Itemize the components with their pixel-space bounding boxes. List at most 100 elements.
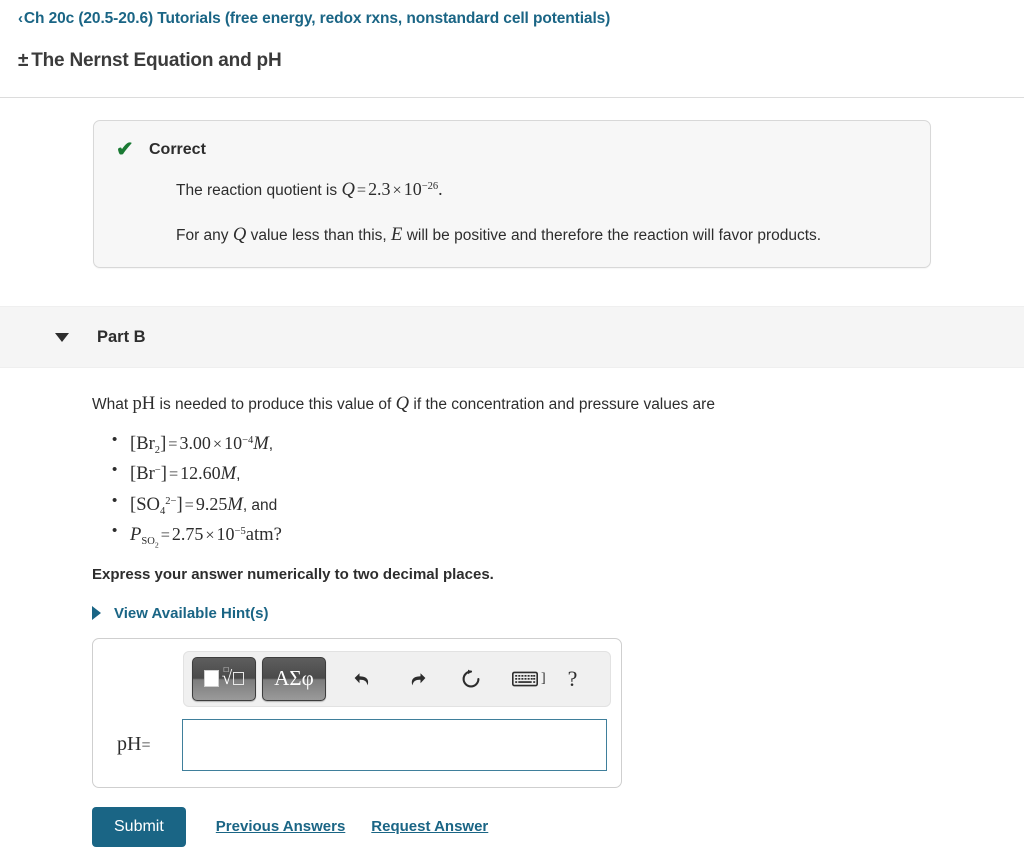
math-var-q-2: Q [232, 224, 247, 246]
math-var-q: Q [341, 179, 355, 200]
bracket-close: ] [176, 493, 183, 515]
math-exponent: −26 [421, 180, 439, 192]
math-var-q-3: Q [395, 393, 410, 415]
value-trailing: , [236, 466, 241, 484]
part-b-body: What pH is needed to produce this value … [0, 391, 1024, 847]
given-values-list: [Br2]=3.00×10−4M, [Br−]=12.60M, [SO42−]=… [92, 428, 1024, 550]
chevron-right-icon [92, 606, 101, 621]
previous-answers-link[interactable]: Previous Answers [216, 818, 346, 835]
question-text-before: What [92, 396, 133, 414]
math-toolbar: □ √ ΑΣφ] ? [183, 650, 611, 707]
pressure-symbol: P [130, 523, 142, 545]
value-mantissa: 12.60 [180, 463, 221, 484]
math-equals: = [184, 495, 194, 514]
keyboard-bracket-label: ] [541, 670, 546, 686]
part-b-header[interactable]: Part B [0, 306, 1024, 369]
nth-root-icon: □ √ [222, 665, 245, 688]
greek-symbols-label: ΑΣφ [274, 666, 314, 691]
reset-icon[interactable] [460, 668, 482, 690]
math-base: 10 [403, 179, 422, 199]
list-item: PSO2=2.75×10−5atm? [112, 519, 1024, 550]
submit-button[interactable]: Submit [92, 806, 186, 847]
species-subscript: 4 [159, 505, 166, 517]
math-times-icon: × [205, 525, 215, 544]
assignment-title-text: The Nernst Equation and pH [31, 50, 282, 71]
plus-minus-icon: ± [18, 50, 29, 71]
list-item: [Br2]=3.00×10−4M, [112, 428, 1024, 459]
answer-field-equals: = [141, 737, 151, 755]
request-answer-link[interactable]: Request Answer [371, 818, 488, 835]
question-text-after: if the concentration and pressure values… [409, 396, 715, 414]
page-title: ± The Nernst Equation and pH [18, 50, 1024, 72]
math-templates-button[interactable]: □ √ [192, 656, 256, 701]
species-symbol: Br [136, 463, 155, 485]
question-prompt: What pH is needed to produce this value … [92, 391, 1024, 416]
redo-icon[interactable] [406, 669, 428, 689]
answer-instruction: Express your answer numerically to two d… [92, 565, 494, 583]
root-index-box-icon: □ [223, 665, 229, 675]
greek-symbols-button[interactable]: ΑΣφ [262, 656, 326, 701]
answer-field-label-text: pH [117, 733, 142, 756]
feedback-part-2: value less than this, [246, 227, 392, 245]
value-exponent: −4 [242, 435, 254, 447]
value-unit: M [253, 433, 269, 455]
check-icon: ✔ [116, 138, 134, 161]
feedback-region: ✔ Correct The reaction quotient is Q = 2.3… [0, 98, 1024, 269]
value-mantissa: 9.25 [195, 493, 228, 514]
math-times-icon: × [212, 435, 223, 454]
value-trailing: , [268, 436, 274, 454]
feedback-line-1: The reaction quotient is Q = 2.3 × 10−26. [176, 177, 908, 202]
help-icon[interactable]: ? [568, 666, 578, 692]
keyboard-icon[interactable]: ] [512, 671, 546, 687]
value-unit: M [220, 463, 237, 485]
value-trailing: , and [242, 496, 278, 514]
feedback-line-2: For any Q value less than this, E will b… [176, 222, 908, 247]
answer-input-row: pH= [107, 718, 607, 771]
chevron-left-icon: ‹ [18, 10, 23, 27]
part-label: Part B [97, 327, 146, 346]
math-equals: = [168, 465, 179, 484]
undo-icon[interactable] [352, 669, 374, 689]
value-exponent: −5 [234, 525, 246, 537]
value-mantissa: 3.00 [179, 433, 211, 454]
math-equals: = [356, 181, 367, 199]
species-symbol: Br [136, 433, 155, 455]
value-base: 10 [224, 433, 243, 454]
view-hints-label: View Available Hint(s) [114, 604, 269, 622]
value-base: 10 [216, 523, 235, 544]
pressure-subscript-species: SO [141, 535, 155, 547]
value-unit: atm [245, 523, 274, 545]
breadcrumb-label: Ch 20c (20.5-20.6) Tutorials (free energ… [23, 10, 611, 27]
value-unit: M [227, 493, 243, 515]
value-mantissa: 2.75 [171, 523, 204, 544]
correct-feedback-box: ✔ Correct The reaction quotient is Q = 2.3… [93, 120, 931, 269]
value-trailing: ? [273, 523, 282, 545]
list-item: [Br−]=12.60M, [112, 458, 1024, 489]
species-superscript: 2− [165, 495, 177, 507]
math-times-icon: × [392, 181, 402, 199]
math-ph: pH [132, 393, 156, 415]
chevron-down-icon[interactable] [55, 332, 69, 342]
help-glyph: ? [567, 665, 578, 691]
template-box-icon [203, 670, 219, 688]
math-mantissa: 2.3 [368, 179, 391, 199]
feedback-prefix: The reaction quotient is [176, 182, 342, 199]
math-equals: = [160, 525, 170, 544]
feedback-header: ✔ Correct [116, 139, 908, 160]
ph-answer-input[interactable] [182, 718, 607, 771]
feedback-part-1: For any [176, 227, 233, 245]
list-item: [SO42−]=9.25M, and [112, 488, 1024, 520]
species-symbol: SO [136, 493, 160, 515]
feedback-period: . [438, 179, 443, 199]
question-text-mid: is needed to produce this value of [155, 396, 396, 414]
view-hints-toggle[interactable]: View Available Hint(s) [92, 605, 1024, 622]
math-equals: = [168, 435, 178, 454]
status-badge: Correct [149, 140, 206, 158]
answer-entry-box: □ √ ΑΣφ] ? pH= [92, 637, 622, 788]
answer-field-label: pH= [107, 733, 182, 756]
page-header: ‹Ch 20c (20.5-20.6) Tutorials (free ener… [0, 0, 1024, 98]
root-radicand-box-icon [233, 672, 245, 686]
feedback-part-3: will be positive and therefore the react… [402, 227, 822, 245]
math-var-e: E [391, 224, 403, 246]
breadcrumb-back-link[interactable]: ‹Ch 20c (20.5-20.6) Tutorials (free ener… [18, 10, 610, 28]
